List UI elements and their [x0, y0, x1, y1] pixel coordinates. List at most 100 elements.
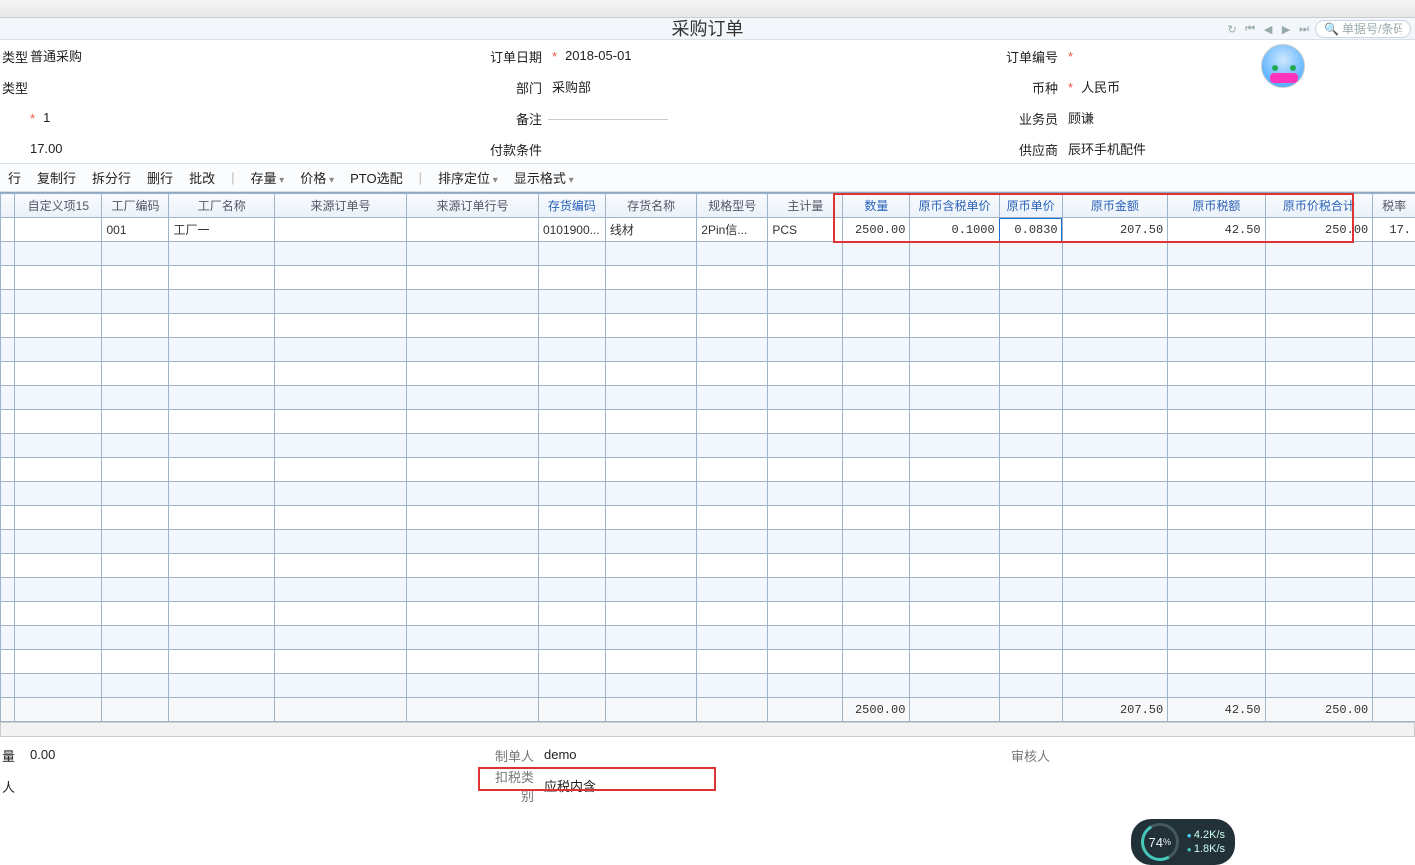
- cell-invName[interactable]: [605, 698, 696, 722]
- cell-srcOrder[interactable]: [275, 218, 407, 242]
- cell-taxTotal[interactable]: [1265, 530, 1373, 554]
- cell-srcLine[interactable]: [406, 386, 538, 410]
- prev-icon[interactable]: ◀: [1261, 22, 1275, 36]
- cell-rate[interactable]: 17.: [1373, 218, 1415, 242]
- cell-fname[interactable]: [169, 626, 275, 650]
- cell-customCol[interactable]: [15, 674, 102, 698]
- cell-fcode[interactable]: [102, 578, 169, 602]
- cell-tax[interactable]: [1168, 410, 1265, 434]
- cell-taxTotal[interactable]: [1265, 578, 1373, 602]
- cell-uom[interactable]: [768, 386, 843, 410]
- cell-spec[interactable]: [697, 434, 768, 458]
- type1-value[interactable]: 普通采购: [26, 45, 86, 67]
- cell-taxPrice[interactable]: [910, 482, 999, 506]
- cell-rate[interactable]: [1373, 506, 1415, 530]
- cell-fcode[interactable]: [102, 602, 169, 626]
- cell-invName[interactable]: [605, 554, 696, 578]
- cell-price[interactable]: [999, 578, 1062, 602]
- cell-c0[interactable]: [1, 218, 15, 242]
- orderno-value[interactable]: [1077, 55, 1085, 58]
- cell-c0[interactable]: [1, 578, 15, 602]
- cell-qty[interactable]: [843, 410, 910, 434]
- cell-qty[interactable]: [843, 602, 910, 626]
- cell-rate[interactable]: [1373, 602, 1415, 626]
- cell-fname[interactable]: [169, 506, 275, 530]
- cell-customCol[interactable]: [15, 458, 102, 482]
- cell-tax[interactable]: [1168, 674, 1265, 698]
- cell-uom[interactable]: [768, 266, 843, 290]
- col-uom[interactable]: 主计量: [768, 194, 843, 218]
- assistant-avatar[interactable]: [1261, 44, 1305, 88]
- cell-qty[interactable]: [843, 506, 910, 530]
- cell-fcode[interactable]: [102, 674, 169, 698]
- cell-rate[interactable]: [1373, 578, 1415, 602]
- cell-invName[interactable]: [605, 362, 696, 386]
- cell-customCol[interactable]: [15, 530, 102, 554]
- op-delete-row[interactable]: 删行: [147, 168, 173, 187]
- last-icon[interactable]: ⏭: [1297, 22, 1311, 36]
- table-row[interactable]: [1, 530, 1415, 554]
- cell-srcLine[interactable]: [406, 290, 538, 314]
- cell-taxPrice[interactable]: [910, 506, 999, 530]
- cell-fname[interactable]: [169, 554, 275, 578]
- cell-srcLine[interactable]: [406, 410, 538, 434]
- op-price[interactable]: 价格: [300, 168, 334, 187]
- cell-invName[interactable]: [605, 266, 696, 290]
- cell-spec[interactable]: [697, 602, 768, 626]
- table-row[interactable]: [1, 650, 1415, 674]
- cell-taxPrice[interactable]: [910, 602, 999, 626]
- cell-fname[interactable]: [169, 578, 275, 602]
- cell-rate[interactable]: [1373, 290, 1415, 314]
- cell-rate[interactable]: [1373, 410, 1415, 434]
- cell-rate[interactable]: [1373, 626, 1415, 650]
- cell-uom[interactable]: [768, 506, 843, 530]
- cell-srcOrder[interactable]: [275, 362, 407, 386]
- cell-amount[interactable]: [1062, 482, 1168, 506]
- cell-srcOrder[interactable]: [275, 266, 407, 290]
- cell-qty[interactable]: [843, 674, 910, 698]
- cell-tax[interactable]: [1168, 266, 1265, 290]
- cell-price[interactable]: [999, 602, 1062, 626]
- op-stock[interactable]: 存量: [250, 168, 284, 187]
- cell-uom[interactable]: [768, 458, 843, 482]
- cell-rate[interactable]: [1373, 362, 1415, 386]
- cell-invName[interactable]: [605, 506, 696, 530]
- cell-uom[interactable]: [768, 338, 843, 362]
- table-row[interactable]: [1, 314, 1415, 338]
- cell-customCol[interactable]: [15, 626, 102, 650]
- cell-uom[interactable]: [768, 242, 843, 266]
- cell-c0[interactable]: [1, 386, 15, 410]
- dept-value[interactable]: 采购部: [548, 76, 595, 98]
- cell-spec[interactable]: [697, 290, 768, 314]
- cell-srcOrder[interactable]: [275, 314, 407, 338]
- cell-customCol[interactable]: [15, 602, 102, 626]
- l3-value[interactable]: 1: [39, 109, 54, 127]
- table-row[interactable]: 001工厂一0101900...线材2Pin信...PCS2500.000.10…: [1, 218, 1415, 242]
- cell-fname[interactable]: [169, 386, 275, 410]
- cell-srcLine[interactable]: [406, 314, 538, 338]
- cell-invCode[interactable]: [538, 506, 605, 530]
- cell-c0[interactable]: [1, 458, 15, 482]
- cell-fcode[interactable]: [102, 410, 169, 434]
- cell-uom[interactable]: [768, 578, 843, 602]
- cell-taxTotal[interactable]: [1265, 482, 1373, 506]
- cell-amount[interactable]: [1062, 410, 1168, 434]
- cell-price[interactable]: [999, 506, 1062, 530]
- cell-qty[interactable]: [843, 650, 910, 674]
- cell-rate[interactable]: [1373, 698, 1415, 722]
- cell-qty[interactable]: [843, 578, 910, 602]
- cell-price[interactable]: [999, 650, 1062, 674]
- cell-customCol[interactable]: [15, 242, 102, 266]
- cell-tax[interactable]: [1168, 242, 1265, 266]
- cell-taxTotal[interactable]: [1265, 626, 1373, 650]
- cell-rate[interactable]: [1373, 530, 1415, 554]
- cell-uom[interactable]: [768, 410, 843, 434]
- cell-srcLine[interactable]: [406, 602, 538, 626]
- cell-invCode[interactable]: [538, 674, 605, 698]
- cell-uom[interactable]: [768, 290, 843, 314]
- cell-price[interactable]: [999, 554, 1062, 578]
- cell-tax[interactable]: [1168, 314, 1265, 338]
- network-speed-widget[interactable]: 74% 4.2K/s 1.8K/s: [1131, 819, 1235, 865]
- cell-c0[interactable]: [1, 482, 15, 506]
- refresh-icon[interactable]: ↻: [1225, 22, 1239, 36]
